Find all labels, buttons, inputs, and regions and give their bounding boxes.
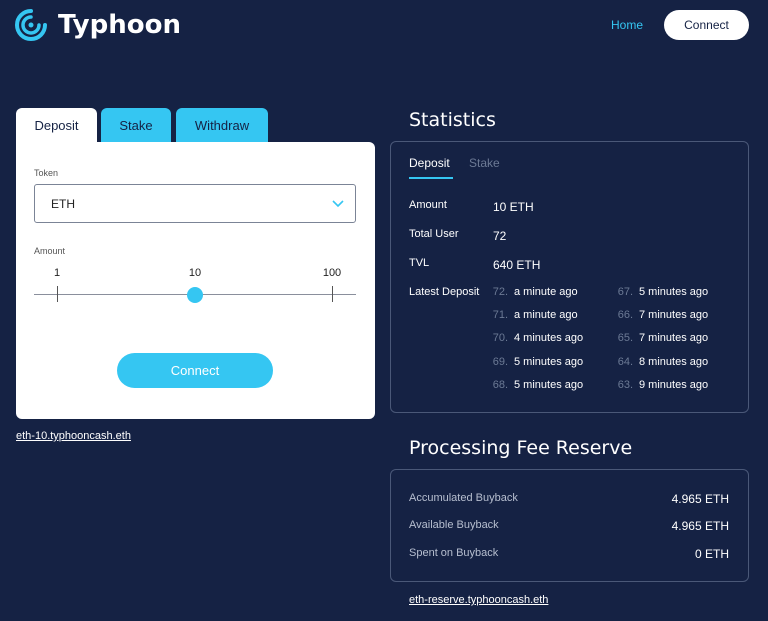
- stat-tvl-value: 640 ETH: [493, 258, 541, 272]
- deposit-time: 7 minutes ago: [639, 332, 709, 344]
- slider-tick: [332, 286, 333, 302]
- deposit-card: Token ETH Amount 1 10 100 Connect: [16, 142, 375, 419]
- deposit-connect-button[interactable]: Connect: [117, 353, 273, 388]
- available-buyback-label: Available Buyback: [409, 519, 499, 531]
- deposit-time: 9 minutes ago: [639, 379, 709, 391]
- token-select-value: ETH: [51, 196, 75, 211]
- available-buyback-value: 4.965 ETH: [671, 519, 729, 533]
- statistics-title: Statistics: [409, 109, 496, 131]
- amount-option-10[interactable]: 10: [189, 267, 201, 279]
- stat-amount-value: 10 ETH: [493, 200, 534, 214]
- stats-tab-stake[interactable]: Stake: [469, 156, 500, 170]
- stats-tab-indicator: [409, 177, 453, 179]
- deposit-time: 5 minutes ago: [514, 356, 584, 368]
- header-connect-button[interactable]: Connect: [664, 10, 749, 40]
- tab-withdraw[interactable]: Withdraw: [176, 108, 268, 142]
- deposit-index: 69.: [492, 356, 508, 368]
- nav-home-link[interactable]: Home: [611, 18, 643, 32]
- deposit-time: 5 minutes ago: [514, 379, 584, 391]
- stats-tab-deposit[interactable]: Deposit: [409, 156, 450, 170]
- statistics-panel: [390, 141, 749, 413]
- token-select[interactable]: ETH: [34, 184, 356, 223]
- stat-latest-deposit-label: Latest Deposit: [409, 286, 480, 298]
- brand-name: Typhoon: [58, 10, 181, 40]
- deposit-index: 66.: [617, 309, 633, 321]
- fee-reserve-title: Processing Fee Reserve: [409, 437, 633, 459]
- deposit-time: 5 minutes ago: [639, 286, 709, 298]
- chevron-down-icon: [332, 200, 344, 208]
- amount-slider-thumb[interactable]: [187, 287, 203, 303]
- amount-option-100[interactable]: 100: [323, 267, 341, 279]
- deposit-index: 67.: [617, 286, 633, 298]
- stat-total-user-label: Total User: [409, 228, 459, 240]
- spent-buyback-value: 0 ETH: [694, 547, 729, 561]
- accumulated-buyback-value: 4.965 ETH: [671, 492, 729, 506]
- deposit-index: 64.: [617, 356, 633, 368]
- stat-total-user-value: 72: [493, 229, 507, 243]
- deposit-index: 63.: [617, 379, 633, 391]
- amount-option-1[interactable]: 1: [54, 267, 60, 279]
- deposit-time: a minute ago: [514, 309, 578, 321]
- tab-deposit[interactable]: Deposit: [16, 108, 97, 142]
- deposit-index: 72.: [492, 286, 508, 298]
- deposit-time: a minute ago: [514, 286, 578, 298]
- token-label: Token: [34, 168, 59, 178]
- pool-ens-link[interactable]: eth-10.typhooncash.eth: [16, 430, 131, 442]
- slider-tick: [57, 286, 58, 302]
- brand-logo[interactable]: Typhoon: [14, 8, 181, 42]
- typhoon-swirl-icon: [15, 9, 47, 41]
- deposit-time: 4 minutes ago: [514, 332, 584, 344]
- deposit-index: 65.: [617, 332, 633, 344]
- deposit-index: 71.: [492, 309, 508, 321]
- deposit-index: 70.: [492, 332, 508, 344]
- stat-amount-label: Amount: [409, 199, 447, 211]
- amount-label: Amount: [34, 246, 66, 256]
- deposit-time: 7 minutes ago: [639, 309, 709, 321]
- reserve-ens-link[interactable]: eth-reserve.typhooncash.eth: [409, 594, 548, 606]
- stat-tvl-label: TVL: [409, 257, 430, 269]
- tab-stake[interactable]: Stake: [101, 108, 171, 142]
- accumulated-buyback-label: Accumulated Buyback: [409, 492, 518, 504]
- spent-buyback-label: Spent on Buyback: [409, 547, 499, 559]
- deposit-time: 8 minutes ago: [639, 356, 709, 368]
- deposit-index: 68.: [492, 379, 508, 391]
